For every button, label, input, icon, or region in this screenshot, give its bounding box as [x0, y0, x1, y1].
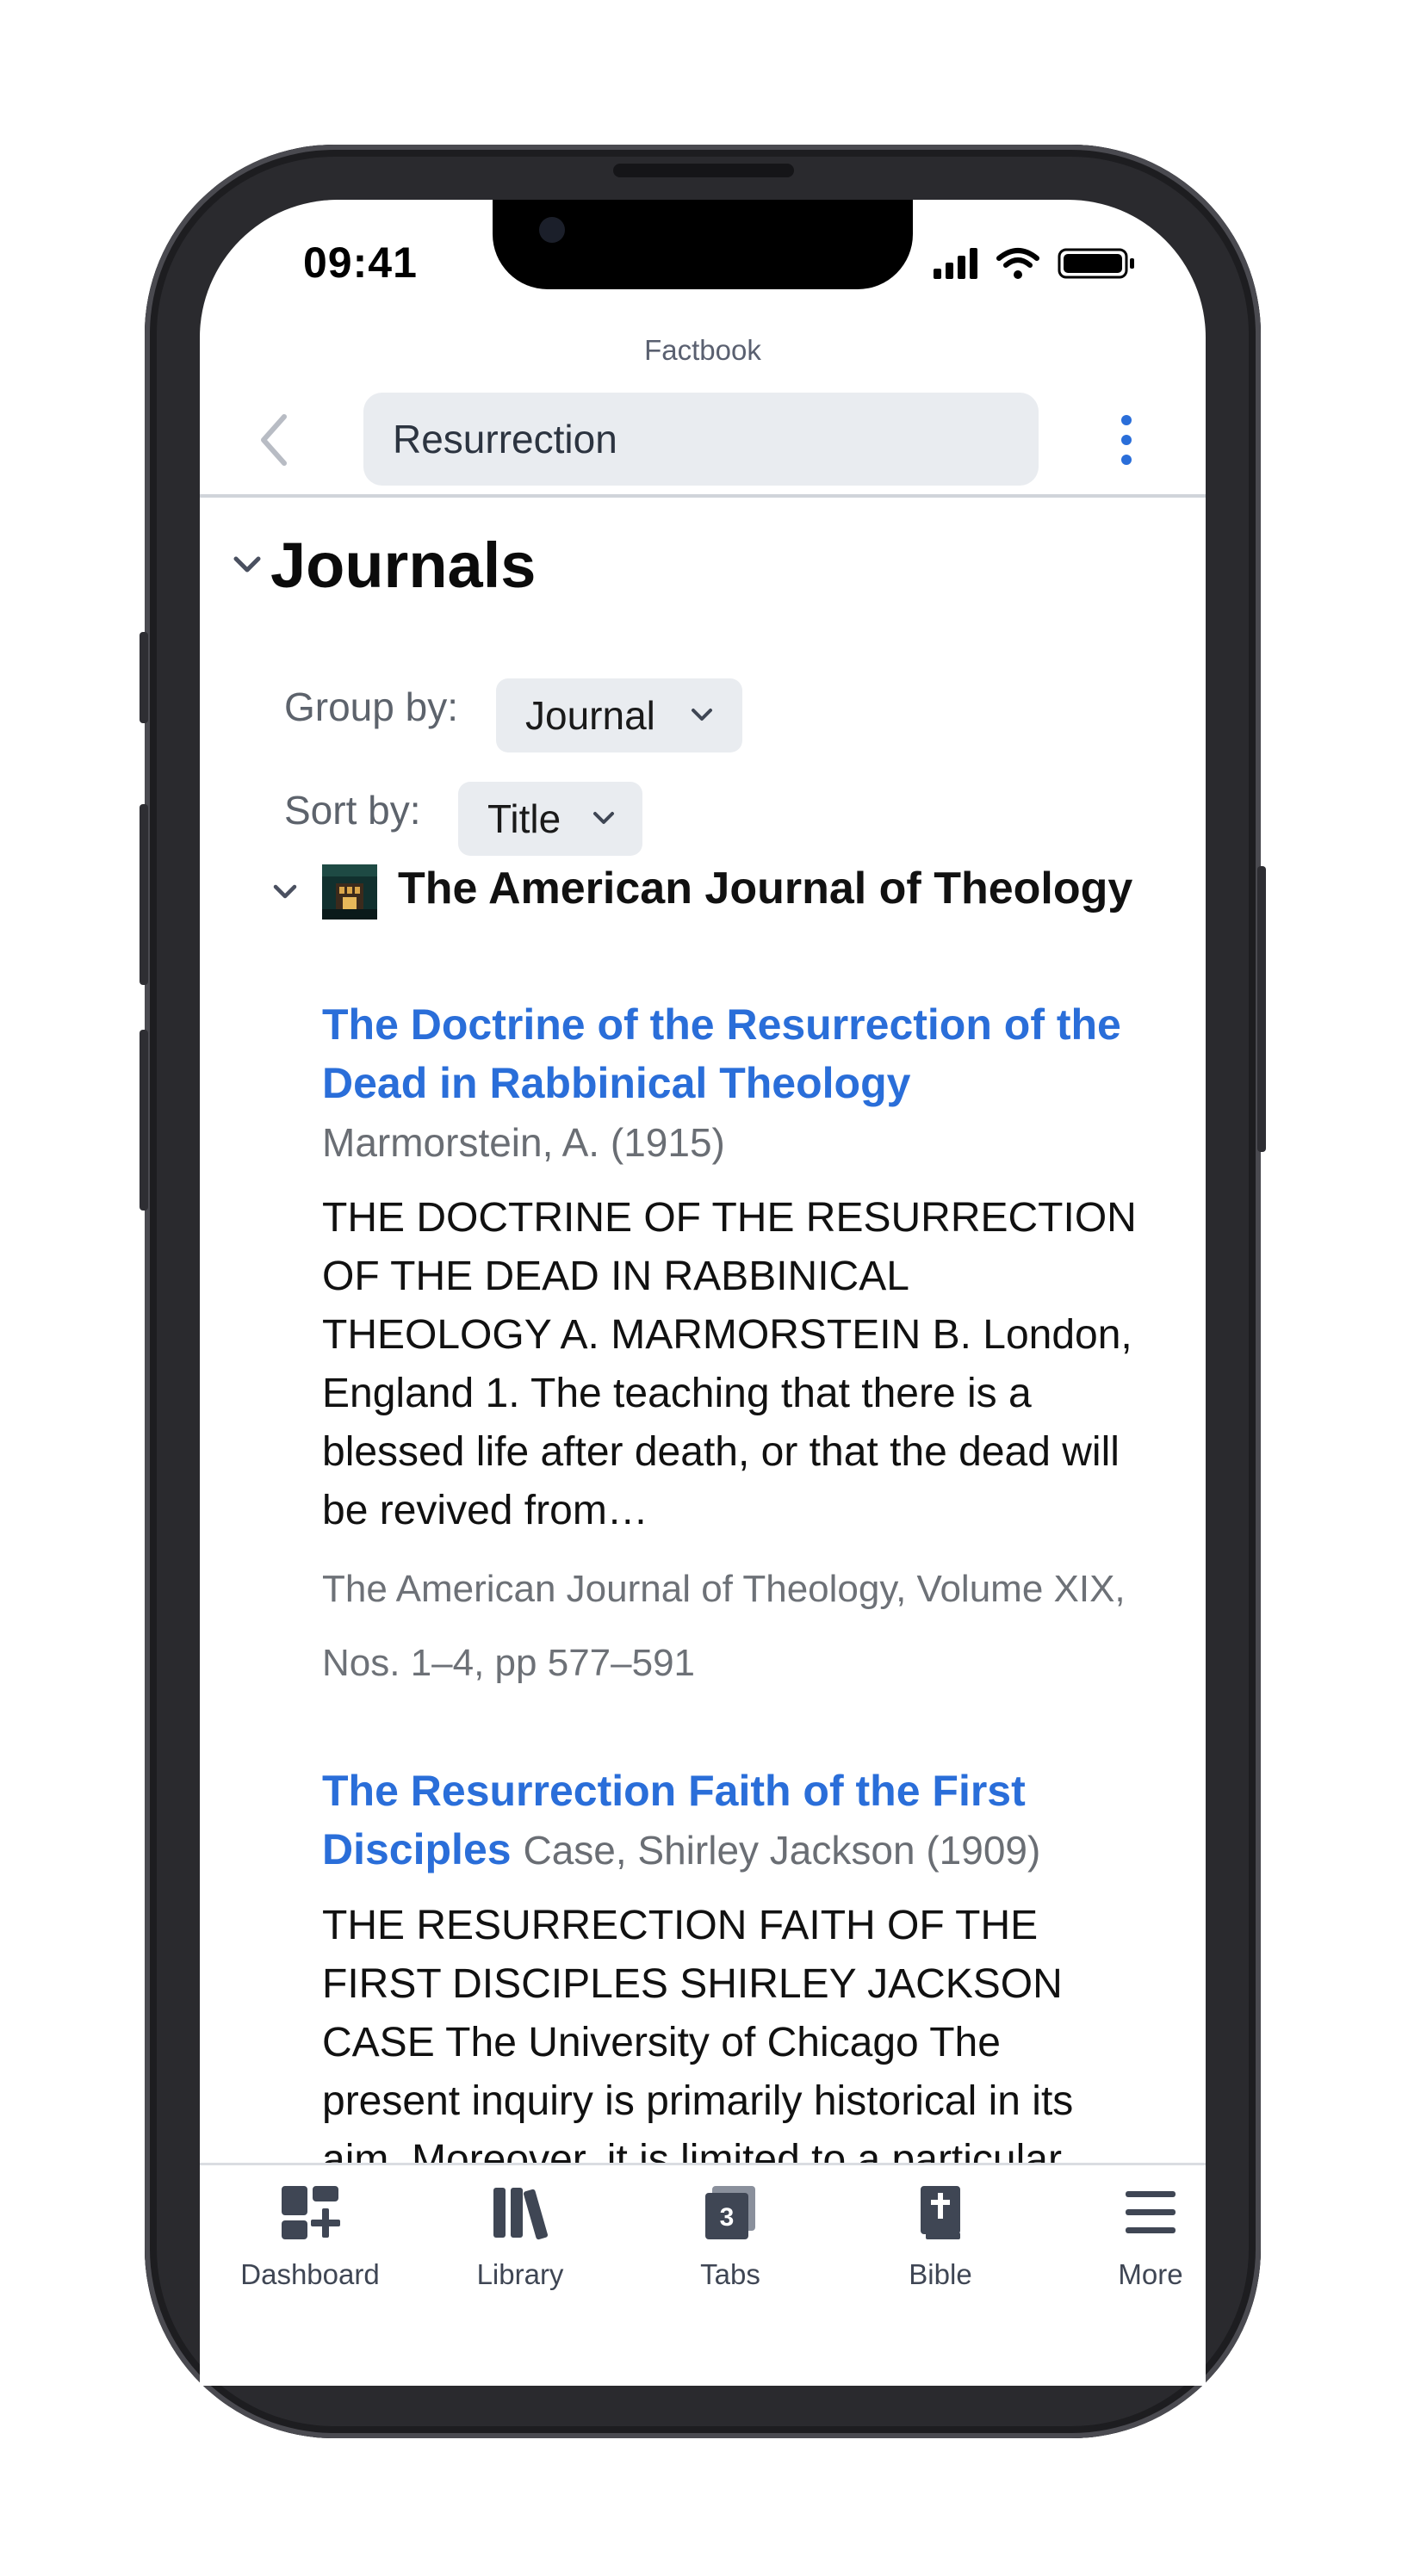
- result-title-link[interactable]: The Doctrine of the Resurrection of the …: [322, 1000, 1121, 1107]
- more-options-icon[interactable]: [1116, 413, 1137, 467]
- result-author-year: Case, Shirley Jackson (1909): [523, 1828, 1041, 1873]
- volume-up-button: [140, 804, 148, 985]
- result-excerpt: THE DOCTRINE OF THE RESURRECTION OF THE …: [322, 1195, 1137, 1533]
- action-button: [140, 632, 148, 723]
- section-collapse-chevron-icon[interactable]: [233, 554, 262, 575]
- result-source: The American Journal of Theology, Volume…: [322, 1568, 1126, 1684]
- group-by-value: Journal: [525, 693, 655, 738]
- front-camera: [539, 217, 565, 243]
- wifi-icon: [996, 248, 1039, 268]
- back-chevron-icon[interactable]: [255, 412, 293, 468]
- sort-by-value: Title: [487, 796, 561, 841]
- tab-more[interactable]: More: [1064, 2184, 1237, 2291]
- journal-cover-image: [322, 864, 377, 920]
- header-subtitle: Factbook: [644, 334, 761, 366]
- library-icon: [493, 2188, 549, 2240]
- tab-dashboard[interactable]: Dashboard: [224, 2184, 396, 2291]
- tab-label: More: [1118, 2258, 1183, 2290]
- tab-label: Bible: [909, 2258, 972, 2290]
- journal-name: The American Journal of Theology: [398, 864, 1133, 913]
- tab-label: Dashboard: [240, 2258, 380, 2290]
- sort-by-label: Sort by:: [284, 788, 421, 833]
- tab-bible[interactable]: Bible: [854, 2184, 1027, 2291]
- result-title-line: The Doctrine of the Resurrection of the …: [322, 995, 1140, 1172]
- group-collapse-chevron-icon[interactable]: [272, 883, 298, 902]
- speaker: [613, 164, 794, 177]
- stage: 09:41 Factbook Journals Group: [0, 0, 1402, 2576]
- tabs-icon: 3: [705, 2186, 755, 2239]
- tab-library[interactable]: Library: [434, 2184, 606, 2291]
- status-icons: [934, 248, 1134, 279]
- chevron-down-icon: [593, 812, 614, 824]
- tab-label: Tabs: [700, 2258, 760, 2290]
- volume-down-button: [140, 1030, 148, 1211]
- chevron-down-icon: [692, 709, 712, 721]
- header-divider: [200, 494, 1206, 498]
- power-button: [1257, 866, 1266, 1152]
- result-title-line: The Resurrection Faith of the First Disc…: [322, 1762, 1140, 1879]
- journal-group-title[interactable]: The American Journal of Theology (…: [398, 863, 1140, 914]
- notch: [493, 200, 913, 289]
- sort-by-dropdown[interactable]: Title: [458, 782, 642, 856]
- tab-tabs[interactable]: 3 Tabs: [644, 2184, 816, 2291]
- journal-cover-thumbnail: [322, 864, 377, 920]
- menu-icon: [1126, 2191, 1176, 2233]
- battery-icon: [1058, 248, 1134, 279]
- cellular-signal-icon: [934, 248, 977, 279]
- section-title: Journals: [270, 529, 537, 601]
- tab-label: Library: [476, 2258, 564, 2290]
- group-by-label: Group by:: [284, 684, 458, 729]
- tabs-count-badge: 3: [720, 2203, 735, 2232]
- search-input[interactable]: [363, 393, 1039, 486]
- search-result[interactable]: The Doctrine of the Resurrection of the …: [322, 995, 1140, 1700]
- status-time: 09:41: [303, 238, 418, 287]
- result-author-year: Marmorstein, A. (1915): [322, 1120, 725, 1165]
- group-by-dropdown[interactable]: Journal: [496, 678, 742, 752]
- bottom-tab-bar: Dashboard Library 3 Tabs Bible More: [200, 2163, 1206, 2386]
- dashboard-icon: [282, 2186, 340, 2239]
- bible-icon: [921, 2186, 960, 2239]
